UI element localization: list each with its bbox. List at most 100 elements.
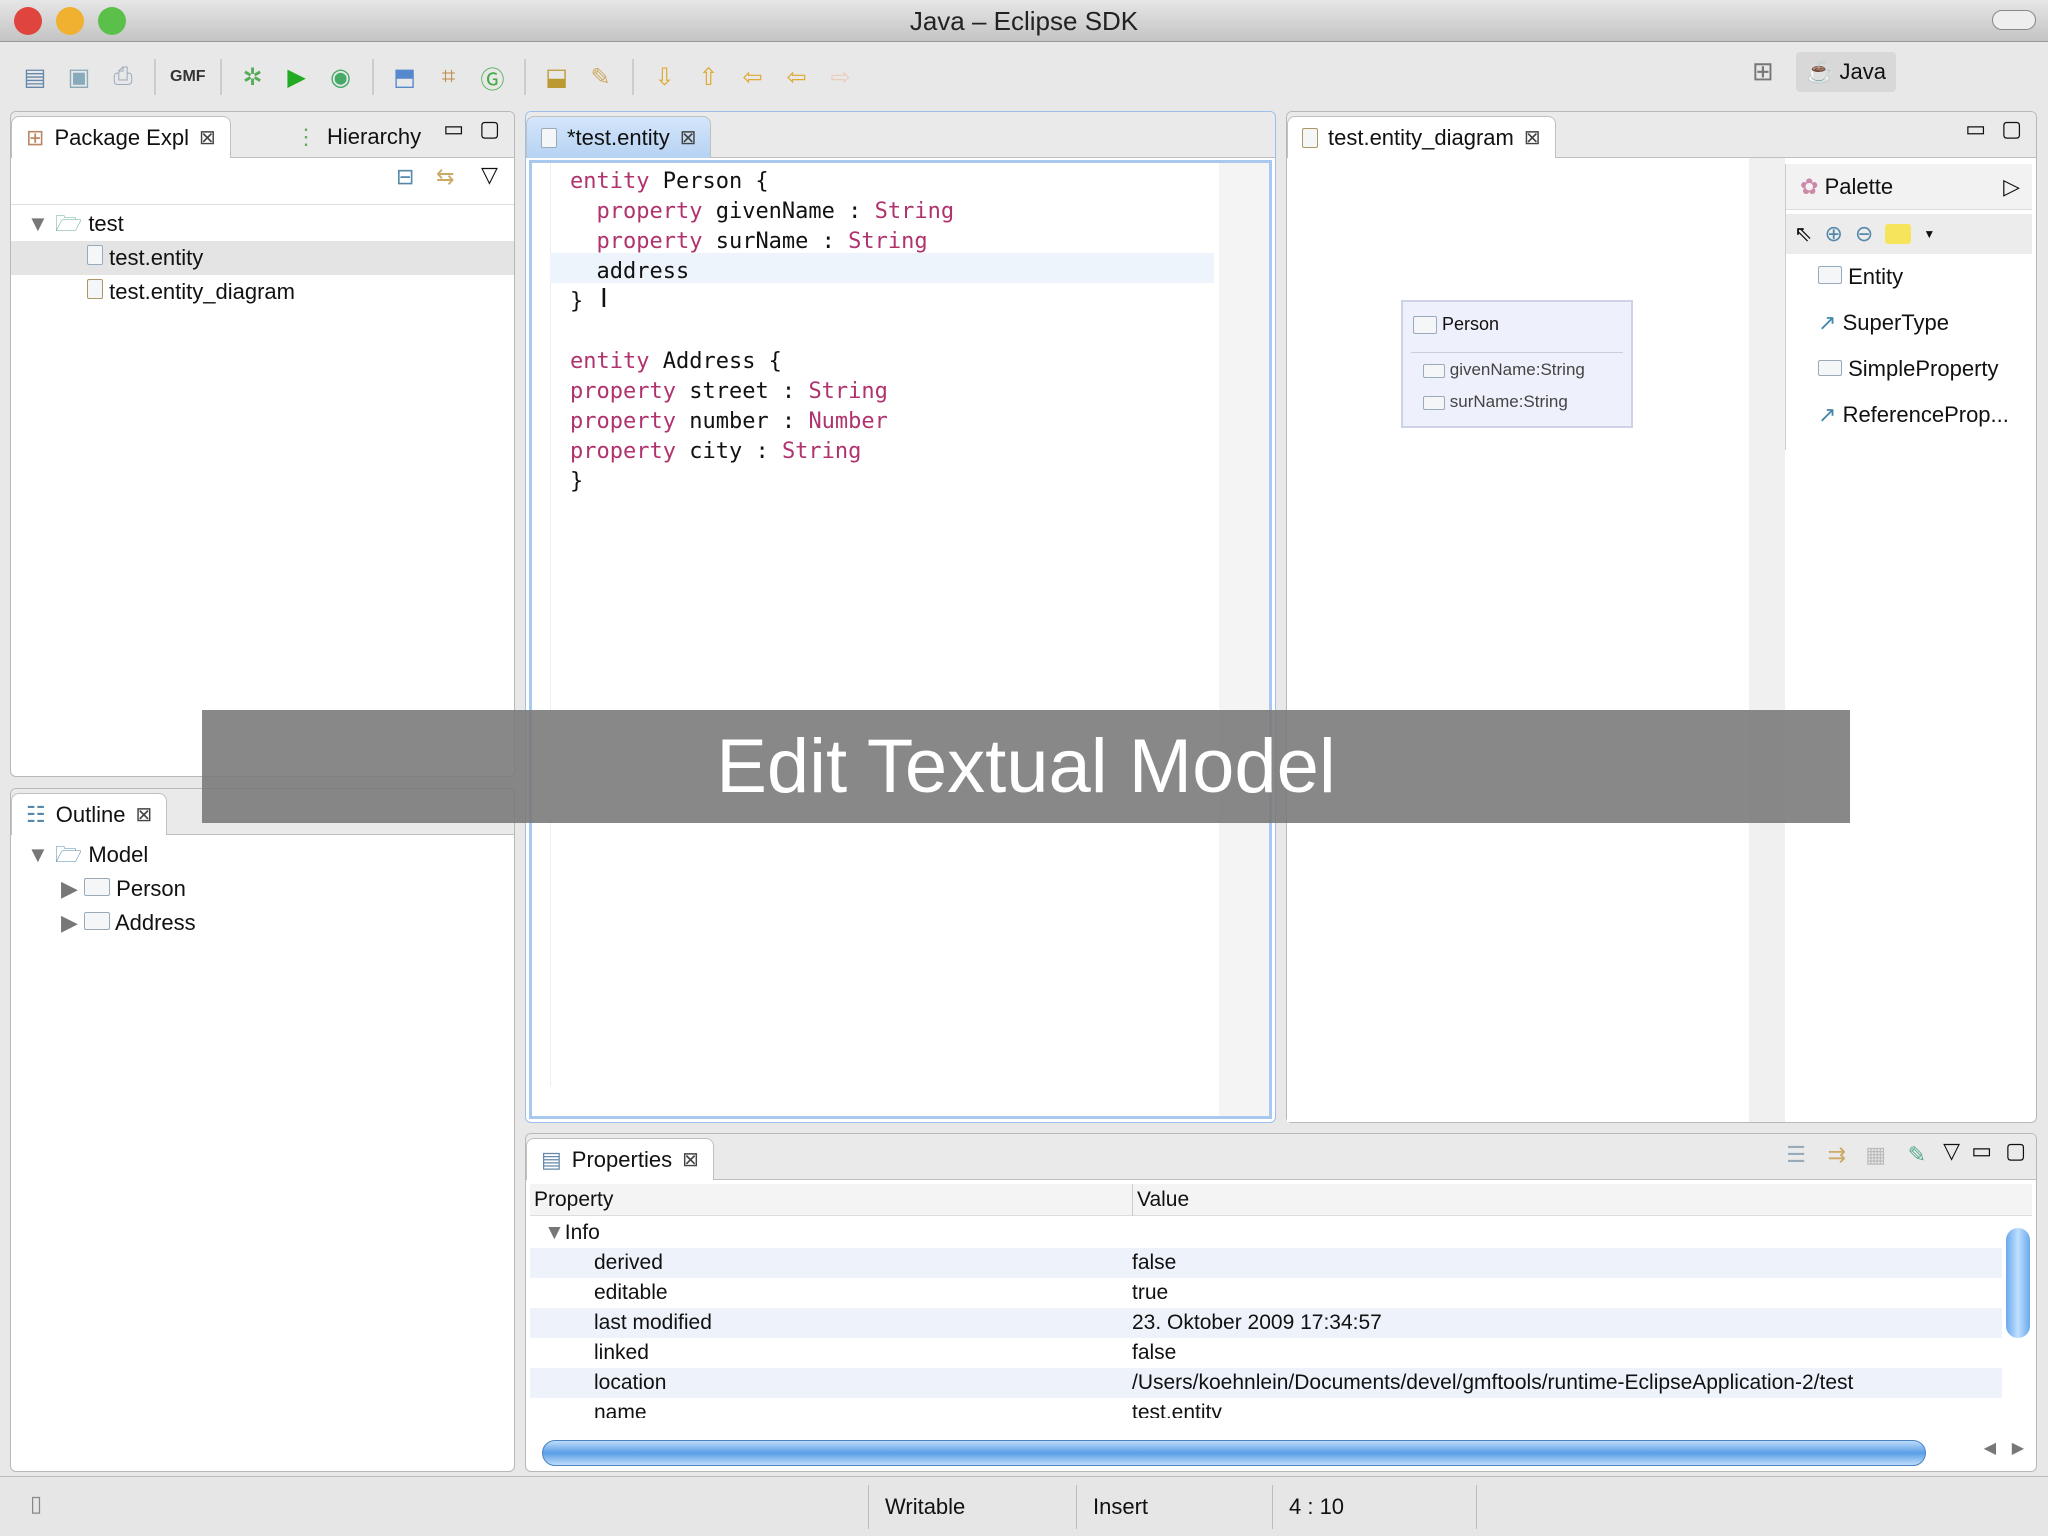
diagram-editor-view: test.entity_diagram ⊠ ▭ ▢ Person givenNam… (1286, 111, 2037, 1123)
horizontal-scrollbar[interactable] (542, 1440, 1926, 1466)
open-type-icon[interactable]: ⬓ (540, 60, 574, 94)
property-label: givenName:String (1449, 360, 1585, 379)
tree-item-file[interactable]: test.entity (11, 241, 514, 275)
forward-icon[interactable]: ⇨ (824, 60, 858, 94)
collapse-palette-icon[interactable]: ▷ (2003, 164, 2020, 210)
show-advanced-icon[interactable]: ⇉ (1828, 1142, 1846, 1168)
tab-hierarchy[interactable]: ⋮ Hierarchy (281, 116, 435, 158)
code-text[interactable]: entity Person { property givenName : Str… (570, 167, 954, 497)
node-property[interactable]: surName:String (1423, 392, 1568, 412)
tree-item-file[interactable]: test.entity_diagram (87, 275, 295, 309)
vertical-scrollbar[interactable] (1219, 163, 1269, 1116)
gmf-menu-button[interactable]: GMF (170, 60, 206, 94)
tab-properties[interactable]: ▤ Properties ⊠ (526, 1138, 714, 1180)
back-icon[interactable]: ⇦ (780, 60, 814, 94)
property-row[interactable]: derived false (530, 1248, 2002, 1278)
previous-annotation-icon[interactable]: ⇧ (692, 60, 726, 94)
save-icon[interactable]: ▣ (62, 60, 96, 94)
tab-label: Outline (55, 801, 126, 827)
palette-item-referenceproperty[interactable]: ↗ ReferenceProp... (1818, 398, 2009, 432)
diagram-canvas[interactable]: Person givenName:String surName:String (1287, 158, 1749, 1122)
collapse-all-icon[interactable]: ⊟ (396, 164, 414, 190)
minimize-icon[interactable]: ▭ (1965, 116, 1986, 142)
fast-view-icon[interactable]: ▯ (30, 1491, 42, 1517)
link-with-editor-icon[interactable]: ⇆ (436, 164, 454, 190)
collapsed-icon[interactable]: ▶ (61, 876, 78, 901)
toolbar-toggle-button[interactable] (1992, 10, 2036, 30)
next-annotation-icon[interactable]: ⇩ (648, 60, 682, 94)
reference-arrow-icon: ↗ (1818, 402, 1837, 427)
property-value: /Users/koehnlein/Documents/devel/gmftool… (1132, 1371, 1854, 1394)
palette-item-supertype[interactable]: ↗ SuperType (1818, 306, 1949, 340)
close-icon[interactable]: ⊠ (135, 802, 152, 827)
palette-label: SuperType (1842, 310, 1949, 335)
palette-header[interactable]: ✿ Palette ▷ (1786, 164, 2032, 210)
debug-icon[interactable]: ✲ (236, 60, 270, 94)
palette-item-simpleproperty[interactable]: SimpleProperty (1818, 352, 1999, 386)
select-tool-icon[interactable]: ⇖ (1794, 221, 1812, 247)
new-package-icon[interactable]: ⬒ (388, 60, 422, 94)
expanded-icon[interactable]: ▼ (27, 842, 49, 867)
code-area[interactable]: entity Person { property givenName : Str… (529, 160, 1272, 1119)
keyword-token: property (570, 439, 690, 464)
external-tools-icon[interactable]: ◉ (324, 60, 358, 94)
property-row[interactable]: editable true (530, 1278, 2002, 1308)
property-row[interactable]: linked false (530, 1338, 2002, 1368)
restore-default-icon[interactable]: ▦ (1865, 1142, 1886, 1168)
tab-package-explorer[interactable]: ⊞ Package Expl ⊠ (11, 116, 231, 158)
minimize-icon[interactable]: ▭ (1971, 1138, 1992, 1164)
minimize-window-button[interactable] (56, 7, 84, 35)
zoom-in-icon[interactable]: ⊕ (1824, 221, 1842, 247)
expanded-icon[interactable]: ▼ (530, 1221, 565, 1244)
close-icon[interactable]: ⊠ (199, 125, 216, 150)
new-class-icon[interactable]: ⌗ (432, 60, 466, 94)
search-icon[interactable]: ✎ (584, 60, 618, 94)
vertical-scrollbar-thumb[interactable] (2006, 1228, 2030, 1338)
column-header-property[interactable]: Property (534, 1184, 613, 1216)
palette-item-entity[interactable]: Entity (1818, 260, 1903, 294)
group-row-info[interactable]: ▼Info (530, 1218, 2002, 1248)
node-property[interactable]: givenName:String (1423, 360, 1585, 380)
tab-test-entity[interactable]: *test.entity ⊠ (526, 116, 712, 158)
close-icon[interactable]: ⊠ (1524, 125, 1541, 150)
scroll-right-icon[interactable]: ▶ (2012, 1438, 2024, 1458)
property-row[interactable]: name test.entity (530, 1398, 2002, 1418)
print-icon[interactable]: ⎙ (106, 60, 140, 94)
pin-icon[interactable]: ✎ (1908, 1142, 1926, 1168)
view-menu-icon[interactable]: ▽ (1943, 1138, 1960, 1164)
entity-node-person[interactable]: Person givenName:String surName:String (1401, 300, 1633, 428)
property-row[interactable]: location/Users/koehnlein/Documents/devel… (530, 1368, 2002, 1398)
note-tool-icon[interactable] (1885, 224, 1912, 244)
diagram-scrollbar[interactable] (1749, 158, 1785, 1122)
tab-outline[interactable]: ☷ Outline ⊠ (11, 793, 168, 835)
close-icon[interactable]: ⊠ (682, 1147, 699, 1172)
expanded-icon[interactable]: ▼ (27, 211, 49, 236)
last-edit-icon[interactable]: ⇦ (736, 60, 770, 94)
maximize-icon[interactable]: ▢ (479, 116, 500, 142)
close-icon[interactable]: ⊠ (680, 125, 697, 150)
scroll-left-icon[interactable]: ◀ (1984, 1438, 1996, 1458)
maximize-icon[interactable]: ▢ (2001, 116, 2022, 142)
new-type-icon[interactable]: Ⓖ (476, 60, 510, 94)
run-icon[interactable]: ▶ (280, 60, 314, 94)
tree-item-project[interactable]: ▼ 🗁 test (27, 207, 124, 241)
outline-item-address[interactable]: ▶ Address (61, 906, 196, 940)
zoom-window-button[interactable] (98, 7, 126, 35)
maximize-icon[interactable]: ▢ (2005, 1138, 2026, 1164)
show-categories-icon[interactable]: ☰ (1786, 1142, 1806, 1168)
open-perspective-icon[interactable]: ⊞ (1752, 56, 1774, 87)
zoom-out-icon[interactable]: ⊖ (1855, 221, 1873, 247)
tab-diagram[interactable]: test.entity_diagram ⊠ (1287, 116, 1556, 158)
close-window-button[interactable] (14, 7, 42, 35)
outline-item-model[interactable]: ▼ 🗁 Model (27, 838, 148, 872)
code-line: } (570, 467, 954, 497)
property-row[interactable]: last modified 23. Oktober 2009 17:34:57 (530, 1308, 2002, 1338)
new-icon[interactable]: ▤ (18, 60, 52, 94)
palette-label: ReferenceProp... (1842, 402, 2009, 427)
column-header-value[interactable]: Value (1132, 1184, 1189, 1216)
collapsed-icon[interactable]: ▶ (61, 910, 78, 935)
view-menu-icon[interactable]: ▽ (481, 162, 498, 188)
minimize-icon[interactable]: ▭ (443, 116, 464, 142)
java-perspective-button[interactable]: ☕ Java (1796, 52, 1896, 92)
outline-item-person[interactable]: ▶ Person (61, 872, 186, 906)
